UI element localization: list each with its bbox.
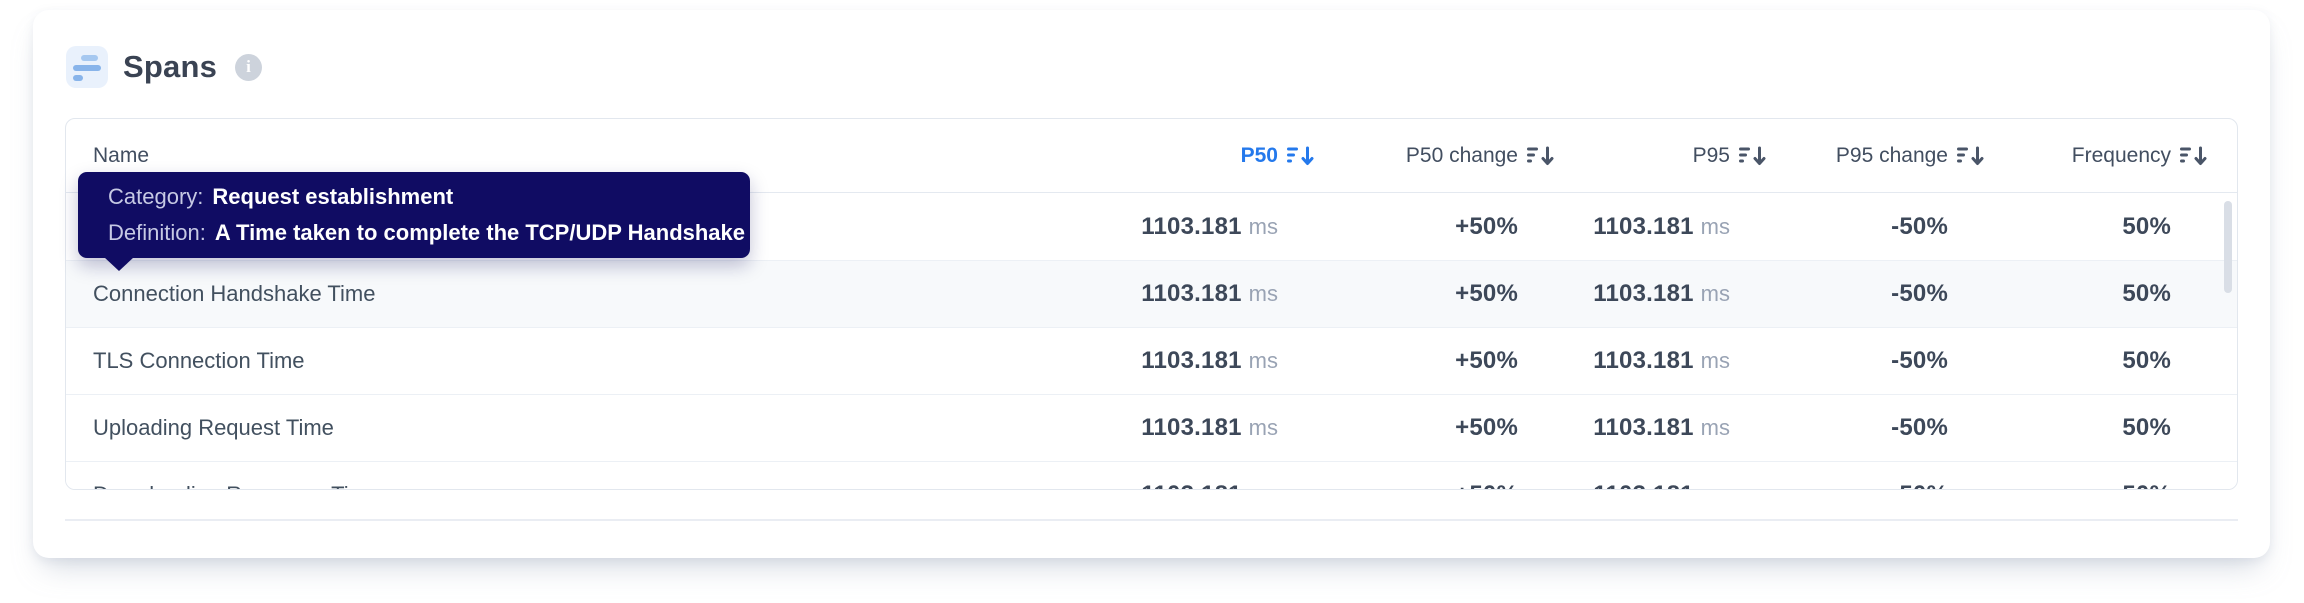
p95-change-cell: -50% [1891, 414, 1948, 441]
page-title: Spans [123, 49, 218, 84]
span-name: Uploading Request Time [93, 415, 334, 440]
p50-change-cell: +50% [1316, 481, 1556, 489]
sort-icon [1957, 146, 1984, 165]
p95-change-cell: -50% [1891, 280, 1948, 307]
frequency-cell: 50% [2122, 347, 2171, 374]
frequency-cell: 50% [1986, 481, 2209, 489]
info-circle-icon[interactable]: i [235, 53, 263, 81]
span-name: Connection Handshake Time [93, 281, 376, 306]
p50-cell: 1103.181ms [1141, 414, 1278, 441]
spans-waterfall-icon [66, 46, 108, 88]
column-header-label: Frequency [2071, 143, 2171, 167]
tooltip-definition-line: Definition: A Time taken to complete the… [108, 222, 750, 244]
sort-icon [1527, 146, 1554, 165]
span-bar [81, 55, 98, 61]
column-header-name: Name [66, 144, 1101, 168]
tooltip-definition-value: A Time taken to complete the TCP/UDP Han… [214, 220, 746, 245]
column-header-p50c[interactable]: P50 change [1316, 142, 1556, 170]
table-row[interactable]: Connection Handshake Time 1103.181 ms +50… [66, 260, 2237, 327]
frequency-cell: 50% [2122, 414, 2171, 441]
p95-cell: 1103.181ms [1593, 280, 1730, 307]
span-name: Downloading Response Time [66, 482, 1101, 489]
card-header: Spans i [66, 46, 263, 88]
column-header-label: P95 [1692, 143, 1730, 167]
span-bar [73, 65, 101, 71]
column-header-p95[interactable]: P95 [1556, 142, 1768, 170]
tooltip-category-label: Category: [108, 184, 204, 209]
p95-cell: 1103.181ms [1593, 347, 1730, 374]
p95-cell: 1103.181ms [1556, 481, 1768, 489]
column-header-p95c[interactable]: P95 change [1768, 142, 1986, 170]
span-name: TLS Connection Time [93, 348, 305, 373]
sort-icon [1739, 146, 1766, 165]
p50-cell: 1103.181ms [1141, 212, 1278, 240]
frequency-cell: 50% [2122, 280, 2171, 307]
p95-change-cell: -50% [1891, 347, 1948, 374]
p50-change-cell: +50% [1455, 414, 1518, 441]
p50-cell: 1103.181ms [1101, 481, 1316, 489]
p95-cell: 1103.181ms [1593, 414, 1730, 441]
column-header-label: P50 change [1405, 143, 1518, 167]
tooltip-arrow [104, 257, 134, 271]
vertical-scrollbar[interactable] [2224, 201, 2232, 293]
column-header-label: P50 [1240, 143, 1278, 167]
table-row[interactable]: Uploading Request Time 1103.181 ms +50% 1… [66, 394, 2237, 461]
column-header-freq[interactable]: Frequency [1986, 142, 2209, 170]
tooltip-category-value: Request establishment [212, 184, 454, 209]
spans-card: Spans i Name P50 P50 change P95 P95 chan… [33, 10, 2270, 558]
span-bar [73, 75, 83, 81]
p95-cell: 1103.181ms [1593, 212, 1730, 240]
table-row[interactable]: Downloading Response Time 1103.181ms +50… [66, 461, 2237, 489]
column-header-label: P95 change [1835, 143, 1948, 167]
sort-icon [2180, 146, 2207, 165]
sort-icon [1287, 146, 1314, 165]
p50-change-cell: +50% [1455, 212, 1518, 240]
table-row[interactable]: TLS Connection Time 1103.181 ms +50% 1103… [66, 327, 2237, 394]
column-header-p50[interactable]: P50 [1101, 142, 1316, 170]
p50-cell: 1103.181ms [1141, 347, 1278, 374]
p50-cell: 1103.181ms [1141, 280, 1278, 307]
p50-change-cell: +50% [1455, 347, 1518, 374]
tooltip-definition-label: Definition: [108, 220, 206, 245]
p95-change-cell: -50% [1768, 481, 1986, 489]
card-footer-divider [65, 519, 2238, 521]
tooltip-category-line: Category: Request establishment [108, 186, 750, 208]
frequency-cell: 50% [2122, 212, 2171, 240]
span-tooltip: Category: Request establishment Definiti… [78, 172, 750, 271]
p50-change-cell: +50% [1455, 280, 1518, 307]
column-header-label: Name [93, 143, 150, 167]
p95-change-cell: -50% [1891, 212, 1948, 240]
